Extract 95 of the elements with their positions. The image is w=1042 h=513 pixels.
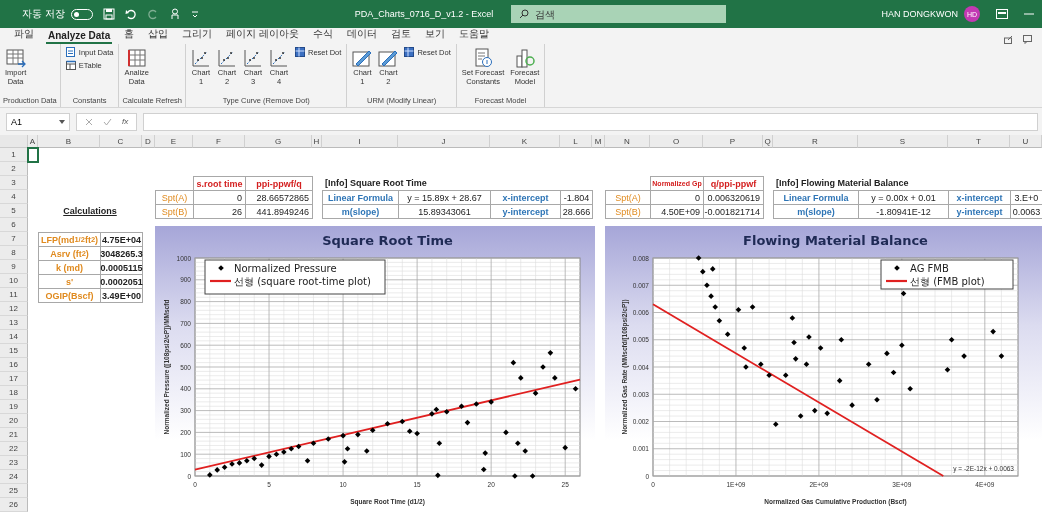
table-cell: y = 0.00x + 0.01 bbox=[858, 190, 949, 205]
row-header[interactable]: 1 bbox=[0, 148, 28, 162]
column-header[interactable]: F bbox=[193, 135, 245, 148]
row-header[interactable]: 18 bbox=[0, 386, 28, 400]
row-header[interactable]: 12 bbox=[0, 302, 28, 316]
legend-label: 선형 (FMB plot) bbox=[910, 275, 985, 287]
ribbon-tab[interactable]: 페이지 레이아웃 bbox=[224, 27, 302, 44]
row-header[interactable]: 9 bbox=[0, 260, 28, 274]
row-header[interactable]: 16 bbox=[0, 358, 28, 372]
column-header[interactable]: K bbox=[490, 135, 560, 148]
legend-label: Normalized Pressure bbox=[234, 262, 337, 274]
column-header[interactable]: N bbox=[605, 135, 650, 148]
row-header[interactable]: 24 bbox=[0, 470, 28, 484]
ribbon-tab[interactable]: 그리기 bbox=[180, 27, 215, 44]
ribbon-tab[interactable]: 수식 bbox=[311, 27, 336, 44]
table-title: [Info] Flowing Material Balance bbox=[775, 177, 910, 190]
table-cell: m(slope) bbox=[773, 204, 859, 219]
row-header[interactable]: 19 bbox=[0, 400, 28, 414]
row-label: Spt(A) bbox=[155, 190, 194, 205]
column-header[interactable]: M bbox=[592, 135, 605, 148]
chart-title: Square Root Time bbox=[322, 233, 453, 248]
autosave-label: 자동 저장 bbox=[22, 7, 65, 21]
column-header[interactable]: B bbox=[38, 135, 100, 148]
row-header[interactable]: 20 bbox=[0, 414, 28, 428]
search-field[interactable]: 검색 bbox=[510, 5, 726, 23]
column-header[interactable]: R bbox=[773, 135, 858, 148]
row-label: Spt(A) bbox=[605, 190, 651, 205]
row-header[interactable]: 7 bbox=[0, 232, 28, 246]
row-header[interactable]: 10 bbox=[0, 274, 28, 288]
column-header[interactable]: C bbox=[100, 135, 142, 148]
legend-label: AG FMB bbox=[910, 262, 949, 274]
ribbon-tab[interactable]: 홈 bbox=[122, 27, 137, 44]
table-title: [Info] Square Root Time bbox=[324, 177, 428, 190]
table-cell: OGIP(Bscf) bbox=[38, 288, 101, 303]
ribbon-tab[interactable]: 파일 bbox=[12, 27, 36, 44]
column-header[interactable]: D bbox=[142, 135, 155, 148]
column-header[interactable]: L bbox=[560, 135, 592, 148]
row-header[interactable]: 15 bbox=[0, 344, 28, 358]
table-cell: -1.804 bbox=[560, 190, 593, 205]
table-cell: x-intercept bbox=[948, 190, 1011, 205]
table-cell: x-intercept bbox=[490, 190, 561, 205]
column-header[interactable]: U bbox=[1010, 135, 1042, 148]
table-cell: -0.001821714 bbox=[703, 204, 764, 219]
row-label: Spt(B) bbox=[155, 204, 194, 219]
row-header[interactable]: 13 bbox=[0, 316, 28, 330]
column-header[interactable]: T bbox=[948, 135, 1010, 148]
user-name: HAN DONGKWON bbox=[881, 9, 958, 19]
ribbon-tab[interactable]: 데이터 bbox=[345, 27, 380, 44]
table-cell: 3.49E+00 bbox=[100, 288, 143, 303]
row-label: Spt(B) bbox=[605, 204, 651, 219]
column-header[interactable]: I bbox=[322, 135, 398, 148]
ribbon-tab[interactable]: 보기 bbox=[423, 27, 448, 44]
section-heading: Calculations bbox=[62, 205, 118, 218]
row-header[interactable]: 5 bbox=[0, 204, 28, 218]
legend-label: 선형 (square root-time plot) bbox=[234, 275, 371, 287]
row-header[interactable]: 14 bbox=[0, 330, 28, 344]
row-header[interactable]: 11 bbox=[0, 288, 28, 302]
row-header[interactable]: 4 bbox=[0, 190, 28, 204]
column-header[interactable]: P bbox=[703, 135, 763, 148]
table-cell: 441.8949246 bbox=[245, 204, 313, 219]
ribbon-tab[interactable]: 도움말 bbox=[457, 27, 492, 44]
row-header[interactable]: 22 bbox=[0, 442, 28, 456]
column-heading: ppi-ppwf/q bbox=[245, 176, 313, 191]
row-header[interactable]: 17 bbox=[0, 372, 28, 386]
column-heading: s.root time bbox=[193, 176, 246, 191]
row-header[interactable]: 3 bbox=[0, 176, 28, 190]
row-header[interactable]: 8 bbox=[0, 246, 28, 260]
column-header[interactable]: S bbox=[858, 135, 948, 148]
table-cell: y = 15.89x + 28.67 bbox=[398, 190, 491, 205]
name-box[interactable]: A1 bbox=[6, 112, 70, 131]
insert-function-button[interactable]: fx bbox=[122, 117, 129, 126]
table-cell: Linear Formula bbox=[322, 190, 399, 205]
row-header[interactable]: 23 bbox=[0, 456, 28, 470]
row-header[interactable]: 6 bbox=[0, 218, 28, 232]
window-title: PDA_Charts_0716_D_v1.2 - Excel bbox=[354, 9, 495, 19]
table-cell: Linear Formula bbox=[773, 190, 859, 205]
ribbon-tab[interactable]: 검토 bbox=[389, 27, 414, 44]
column-header[interactable]: E bbox=[155, 135, 193, 148]
ribbon-tab[interactable]: 삽입 bbox=[146, 27, 171, 44]
column-header[interactable]: O bbox=[650, 135, 703, 148]
row-header[interactable]: 2 bbox=[0, 162, 28, 176]
table-cell: 28.666 bbox=[560, 204, 593, 219]
column-heading: q/ppi-ppwf bbox=[703, 176, 764, 191]
row-header[interactable]: 26 bbox=[0, 498, 28, 512]
row-header[interactable]: 21 bbox=[0, 428, 28, 442]
chart-title: Flowing Material Balance bbox=[743, 233, 928, 248]
table-cell: 0.0002051 bbox=[100, 274, 143, 289]
table-cell: 3048265.3 bbox=[100, 246, 143, 261]
column-header[interactable]: G bbox=[245, 135, 312, 148]
table-cell: 0.0005115 bbox=[100, 260, 143, 275]
column-header[interactable]: H bbox=[312, 135, 322, 148]
table-cell: 4.75E+04 bbox=[100, 232, 143, 247]
table-cell: m(slope) bbox=[322, 204, 399, 219]
column-header[interactable]: J bbox=[398, 135, 490, 148]
row-header[interactable]: 25 bbox=[0, 484, 28, 498]
